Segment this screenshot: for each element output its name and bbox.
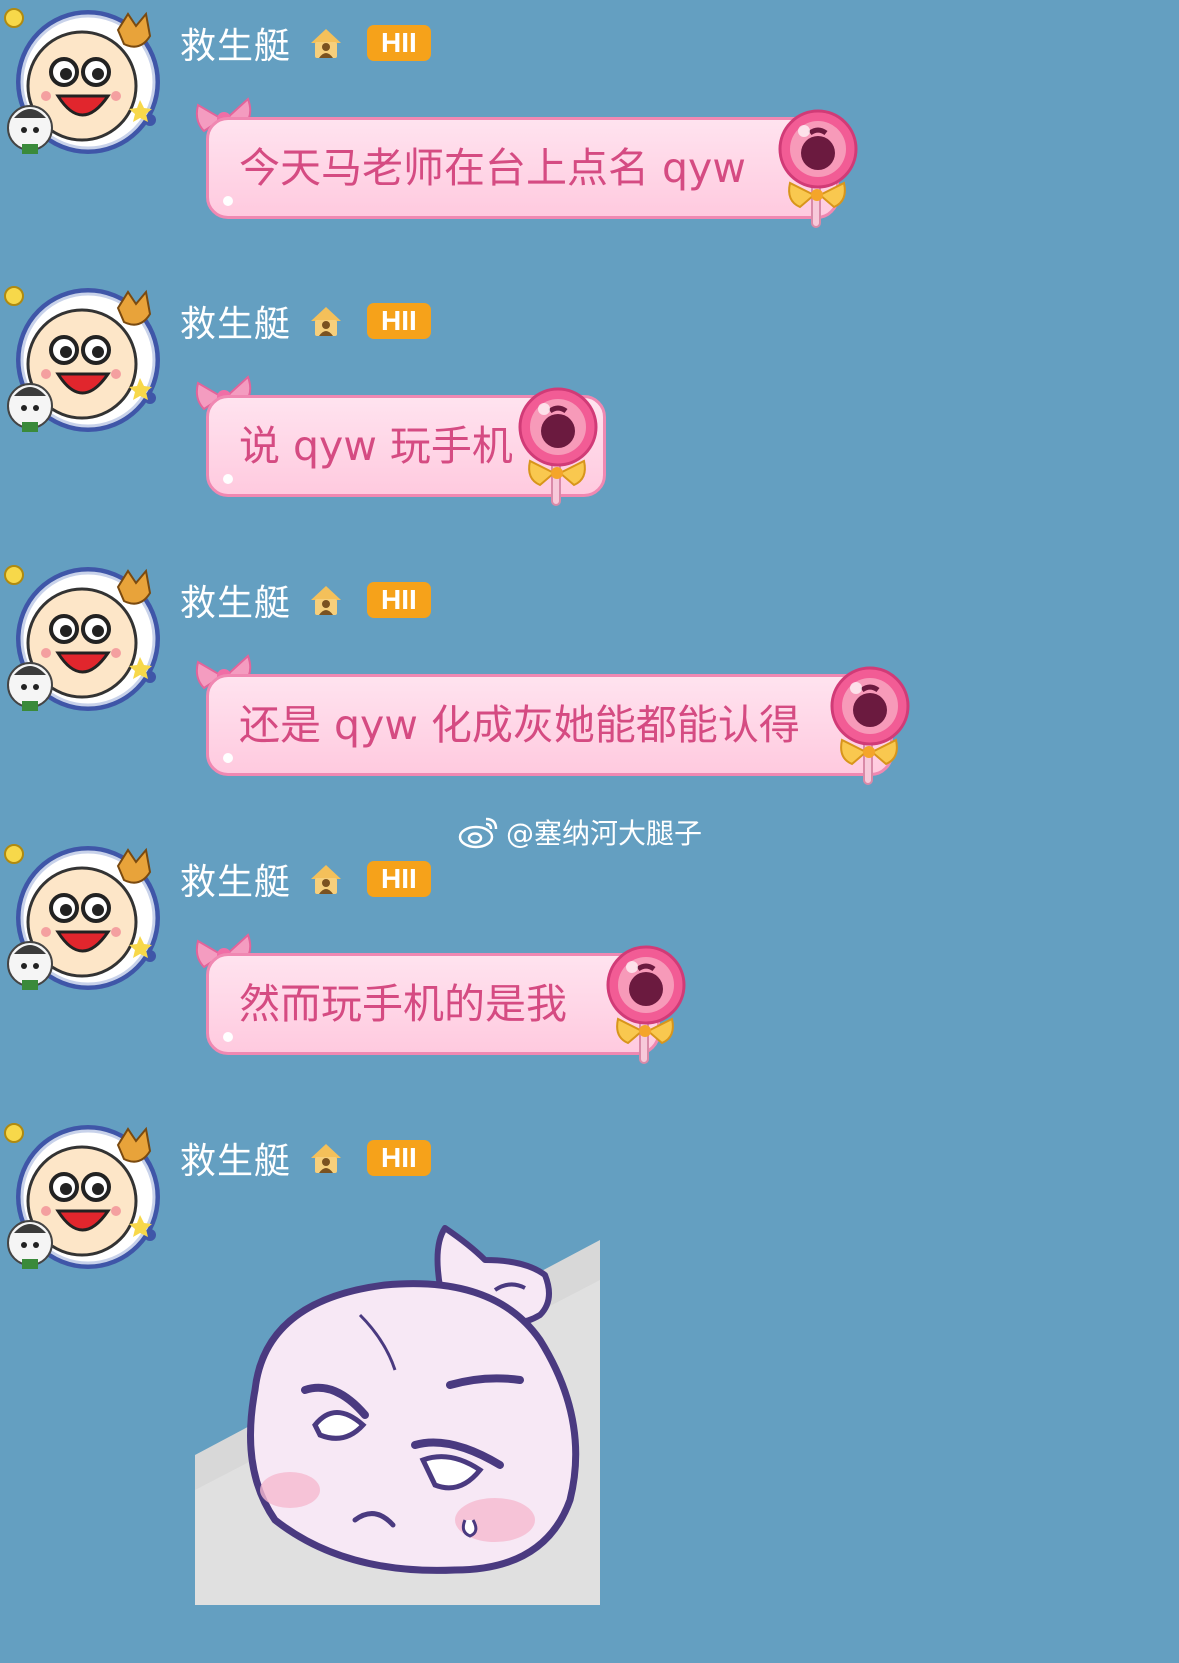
level-badge: HII: [367, 1140, 431, 1176]
lollipop-icon: [602, 945, 692, 1065]
level-badge: HII: [367, 582, 431, 618]
level-badge: HII: [367, 25, 431, 61]
avatar[interactable]: [0, 557, 170, 727]
message-header: 救生艇 HII: [180, 854, 431, 904]
house-icon: [307, 860, 345, 898]
chat-message: 救生艇 HII 还是 qyw 化成灰她能都能认得: [0, 557, 1179, 817]
avatar[interactable]: [0, 836, 170, 1006]
lollipop-icon: [514, 387, 604, 507]
message-header: 救生艇 HII: [180, 1133, 431, 1183]
message-bubble[interactable]: 今天马老师在台上点名 qyw: [206, 117, 839, 219]
chat-message: 救生艇 HII 今天马老师在台上点名 qyw: [0, 0, 1179, 260]
sender-name[interactable]: 救生艇: [180, 853, 291, 905]
house-icon: [307, 581, 345, 619]
level-badge: HII: [367, 303, 431, 339]
house-icon: [307, 1139, 345, 1177]
chat-message: 救生艇 HII 然而玩手机的是我: [0, 836, 1179, 1096]
message-bubble[interactable]: 还是 qyw 化成灰她能都能认得: [206, 674, 893, 776]
avatar[interactable]: [0, 278, 170, 448]
sender-name[interactable]: 救生艇: [180, 574, 291, 626]
message-header: 救生艇 HII: [180, 296, 431, 346]
avatar[interactable]: [0, 0, 170, 170]
message-bubble[interactable]: 然而玩手机的是我: [206, 953, 660, 1055]
sender-name[interactable]: 救生艇: [180, 17, 291, 69]
sticker-image[interactable]: [195, 1220, 600, 1605]
lollipop-icon: [774, 109, 864, 229]
chat-message: 救生艇 HII 说 qyw 玩手机: [0, 278, 1179, 538]
message-header: 救生艇 HII: [180, 575, 431, 625]
house-icon: [307, 302, 345, 340]
message-header: 救生艇 HII: [180, 18, 431, 68]
sender-name[interactable]: 救生艇: [180, 295, 291, 347]
lollipop-icon: [826, 666, 916, 786]
sender-name[interactable]: 救生艇: [180, 1132, 291, 1184]
avatar[interactable]: [0, 1115, 170, 1285]
house-icon: [307, 24, 345, 62]
level-badge: HII: [367, 861, 431, 897]
